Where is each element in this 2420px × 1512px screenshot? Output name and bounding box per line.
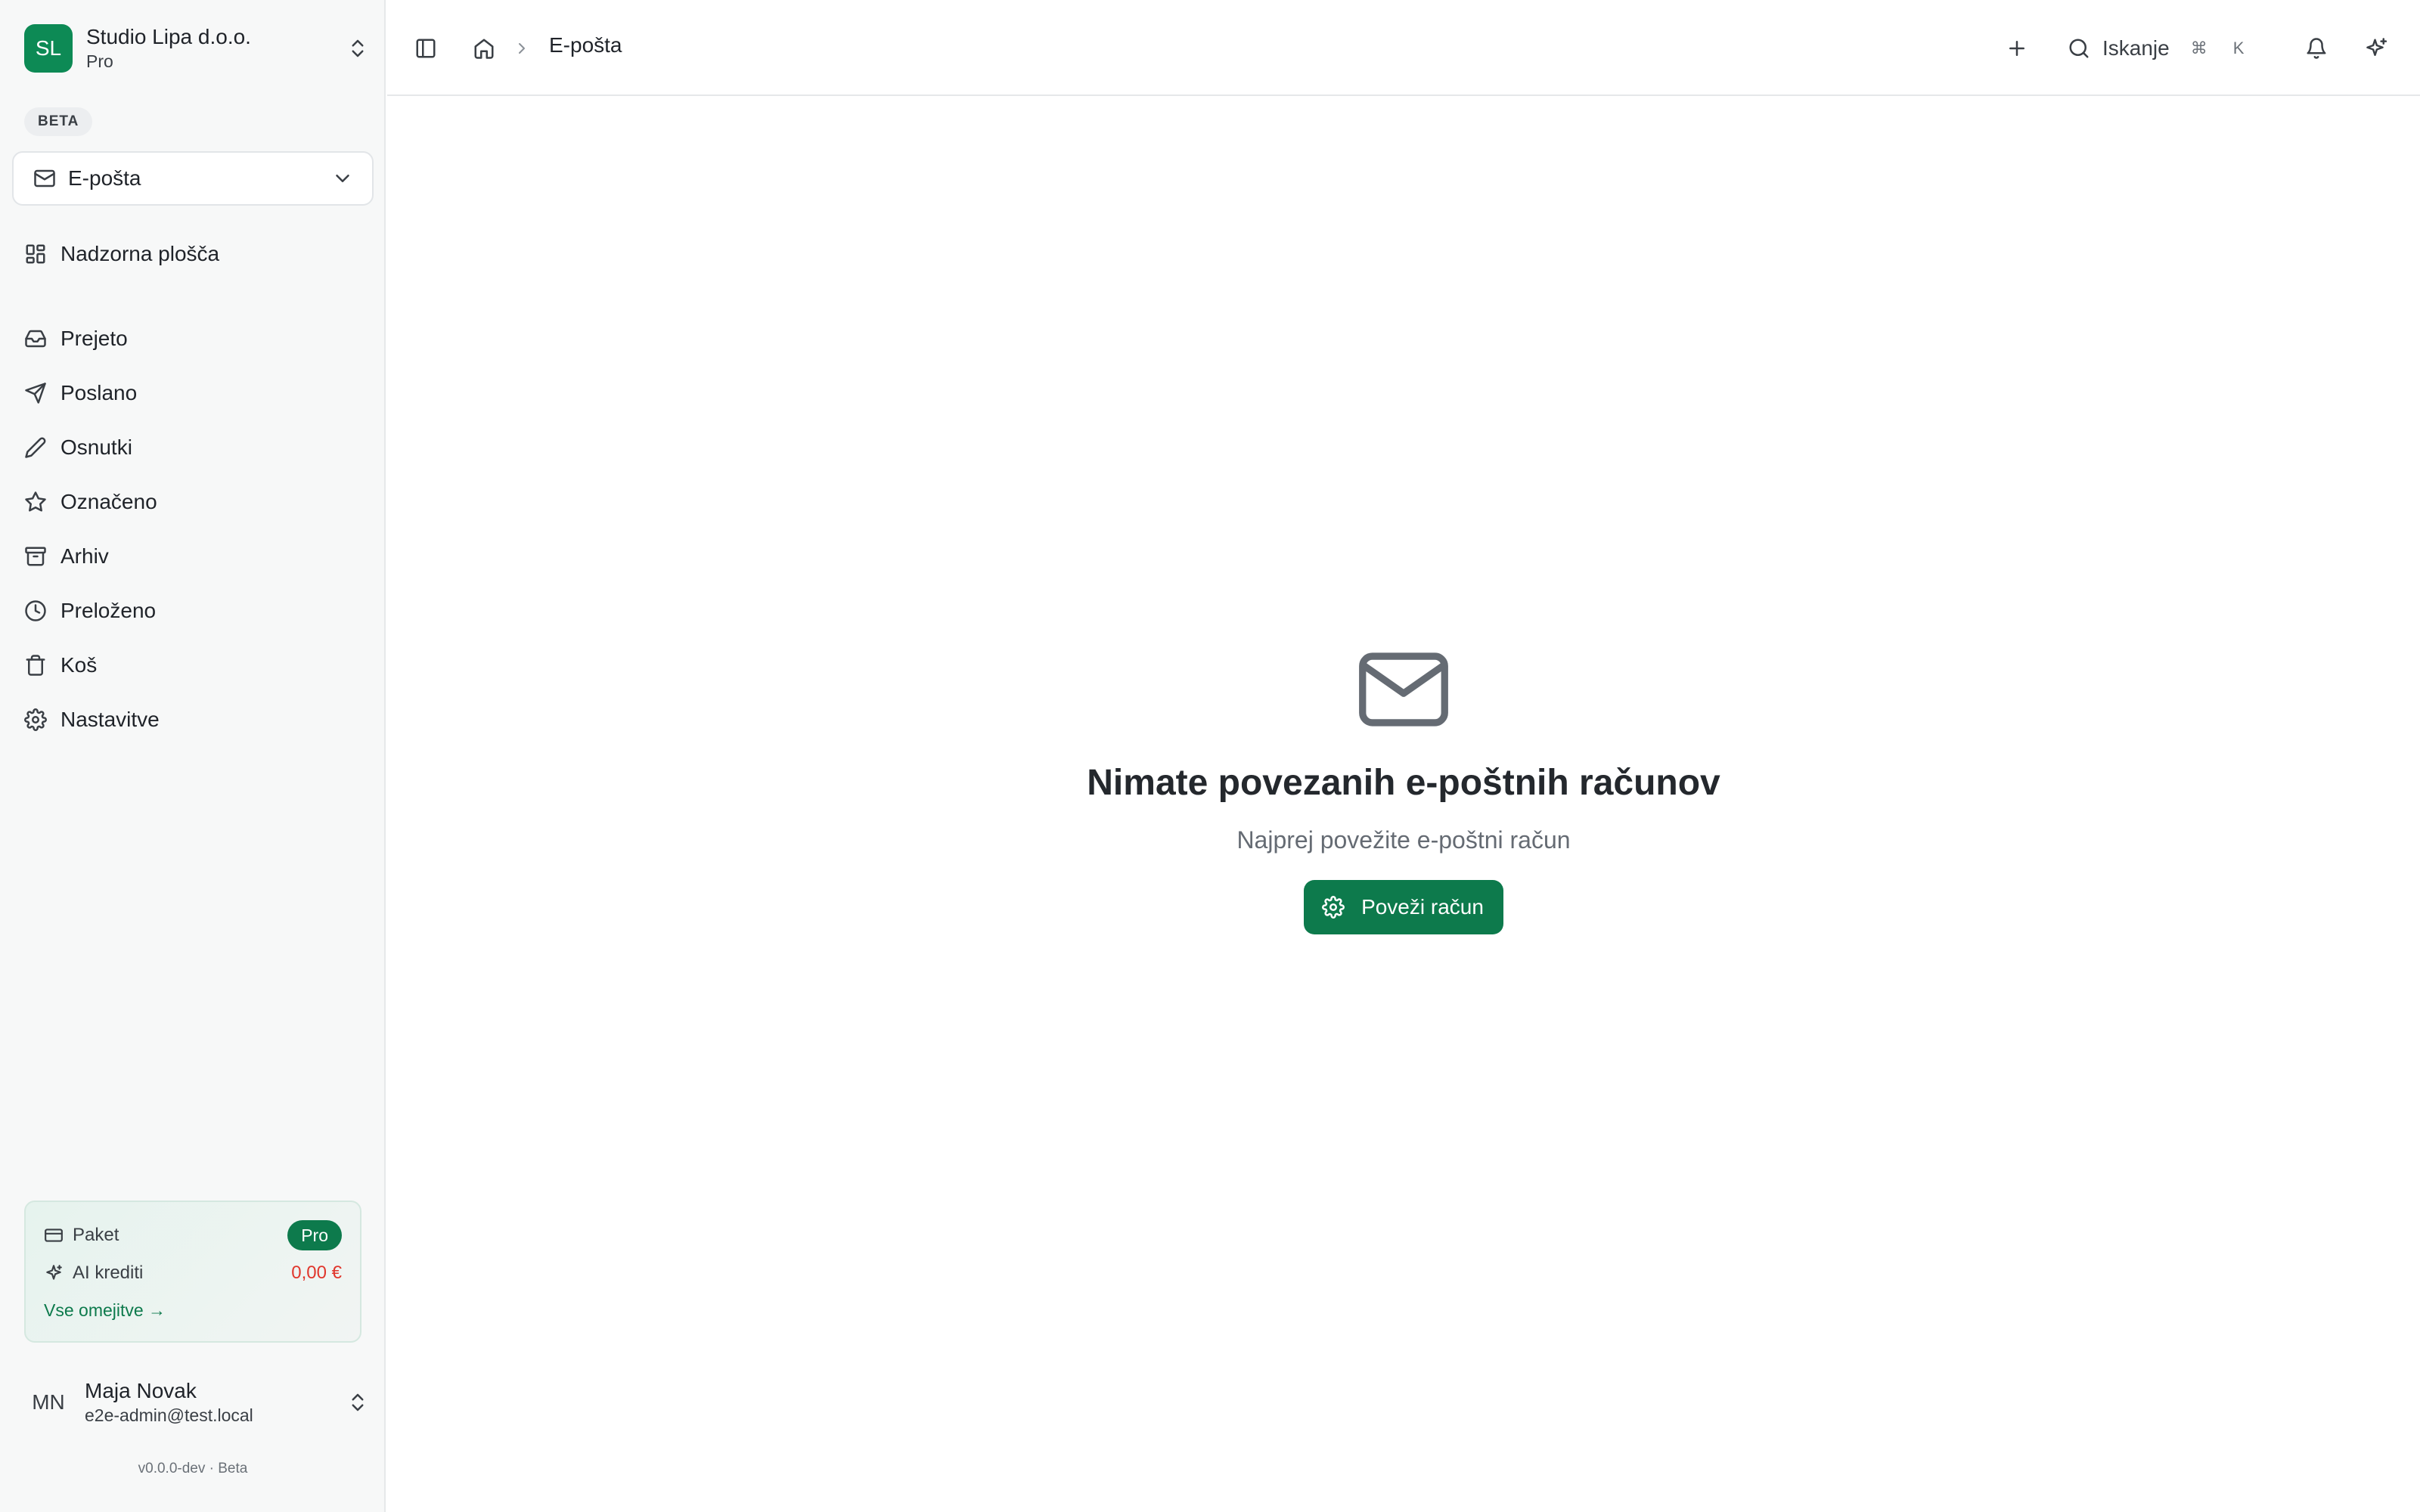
home-icon[interactable] bbox=[473, 37, 495, 60]
org-name: Studio Lipa d.o.o. bbox=[86, 25, 251, 48]
nav-item-drafts[interactable]: Osnutki bbox=[24, 425, 361, 470]
nav-item-label: Preloženo bbox=[60, 599, 157, 622]
chevron-down-icon bbox=[336, 175, 349, 182]
nav-item-label: Nadzorna plošča bbox=[60, 242, 220, 265]
inbox-icon bbox=[25, 330, 46, 348]
nav-item-archive[interactable]: Arhiv bbox=[24, 534, 361, 579]
credits-value: 0,00 € bbox=[291, 1263, 342, 1283]
plus-icon[interactable] bbox=[2006, 37, 2028, 60]
search-icon bbox=[2069, 39, 2089, 58]
trash-icon bbox=[26, 655, 45, 676]
nav-item-label: Osnutki bbox=[60, 435, 132, 459]
pencil-icon bbox=[25, 437, 46, 458]
nav-item-starred[interactable]: Označeno bbox=[24, 479, 361, 525]
empty-state-title: Nimate povezanih e-poštnih računov bbox=[1087, 763, 1720, 803]
all-limits-link[interactable]: Vse omejitve → bbox=[44, 1300, 166, 1321]
send-icon bbox=[25, 383, 46, 404]
module-select[interactable]: E-pošta bbox=[12, 151, 374, 206]
empty-state: Nimate povezanih e-poštnih računov Najpr… bbox=[387, 650, 2420, 934]
nav-item-label: Označeno bbox=[60, 490, 157, 513]
chevron-right-icon bbox=[519, 43, 525, 54]
gear-icon bbox=[1322, 896, 1345, 919]
plan-pro-badge: Pro bbox=[287, 1220, 342, 1250]
plan-row: Paket Pro bbox=[44, 1219, 342, 1252]
archive-icon bbox=[25, 547, 46, 566]
empty-state-subtitle: Najprej povežite e-poštni račun bbox=[1236, 826, 1571, 854]
nav-item-sent[interactable]: Poslano bbox=[24, 370, 361, 416]
nav-item-label: Arhiv bbox=[60, 544, 109, 568]
clock-icon bbox=[25, 600, 46, 621]
gear-icon bbox=[24, 708, 47, 731]
beta-badge: BETA bbox=[24, 107, 93, 136]
shortcut-mod-key: ⌘ bbox=[2190, 39, 2207, 57]
nav-item-snoozed[interactable]: Preloženo bbox=[24, 588, 361, 634]
nav-item-label: Koš bbox=[60, 653, 98, 677]
user-menu[interactable]: MN Maja Novak e2e-admin@test.local bbox=[24, 1376, 369, 1429]
org-avatar: SL bbox=[24, 24, 73, 73]
plan-card: Paket Pro AI krediti 0,00 € Vse omejitve… bbox=[24, 1201, 361, 1343]
sidebar: SL Studio Lipa d.o.o. Pro BETA E-pošta N… bbox=[0, 0, 386, 1512]
mail-icon bbox=[1359, 652, 1448, 727]
nav-item-label: Nastavitve bbox=[60, 708, 160, 731]
sparkles-icon[interactable] bbox=[2366, 37, 2388, 60]
chevrons-up-down-icon bbox=[352, 1393, 364, 1411]
nav-item-label: Poslano bbox=[60, 381, 138, 404]
breadcrumb-current: E-pošta bbox=[549, 33, 622, 57]
bell-icon[interactable] bbox=[2305, 37, 2328, 60]
shortcut-k-key: K bbox=[2232, 39, 2245, 57]
credits-row: AI krediti 0,00 € bbox=[44, 1256, 342, 1290]
org-plan: Pro bbox=[86, 51, 113, 71]
nav-item-dashboard[interactable]: Nadzorna plošča bbox=[24, 231, 361, 277]
module-select-label: E-pošta bbox=[68, 166, 141, 190]
sparkles-icon bbox=[46, 1265, 62, 1280]
mail-icon bbox=[34, 169, 55, 187]
search-label: Iskanje bbox=[2102, 36, 2170, 60]
dashboard-icon bbox=[26, 244, 45, 264]
nav-item-label: Prejeto bbox=[60, 327, 128, 350]
org-switcher[interactable]: SL Studio Lipa d.o.o. Pro bbox=[24, 24, 369, 73]
nav-item-settings[interactable]: Nastavitve bbox=[24, 697, 361, 742]
sidebar-toggle-icon[interactable] bbox=[414, 37, 437, 60]
nav-item-inbox[interactable]: Prejeto bbox=[24, 316, 361, 361]
search-button[interactable]: Iskanje ⌘ K bbox=[2068, 29, 2244, 68]
user-name: Maja Novak bbox=[85, 1379, 197, 1402]
user-avatar: MN bbox=[32, 1390, 65, 1414]
top-header: E-pošta Iskanje ⌘ K bbox=[387, 0, 2420, 96]
star-icon bbox=[25, 491, 46, 512]
credits-label: AI krediti bbox=[73, 1263, 144, 1283]
app-version: v0.0.0-dev · Beta bbox=[138, 1461, 248, 1476]
user-email: e2e-admin@test.local bbox=[85, 1405, 253, 1425]
chevrons-up-down-icon bbox=[352, 39, 364, 57]
connect-account-label: Poveži račun bbox=[1361, 895, 1484, 919]
credit-card-icon bbox=[45, 1228, 63, 1242]
plan-label: Paket bbox=[73, 1225, 119, 1245]
nav-item-trash[interactable]: Koš bbox=[24, 643, 361, 688]
connect-account-button[interactable]: Poveži račun bbox=[1304, 880, 1503, 934]
